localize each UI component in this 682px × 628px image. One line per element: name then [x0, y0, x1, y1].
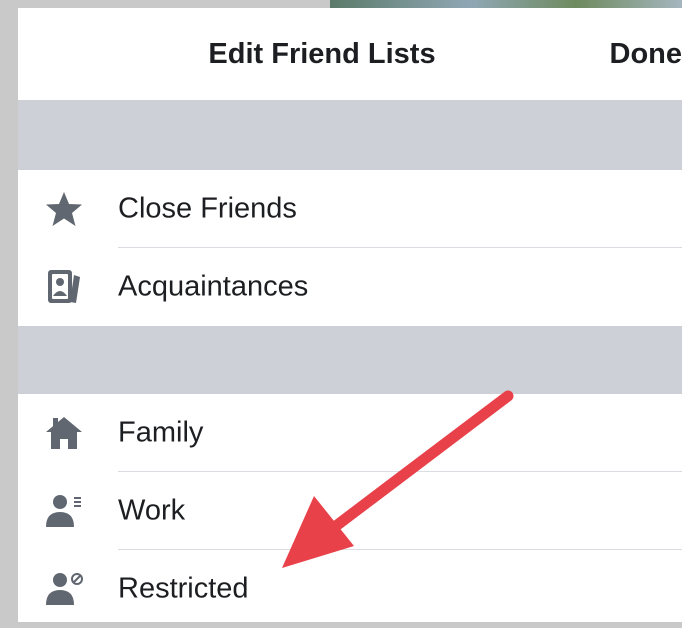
person-list-icon [44, 491, 84, 531]
list-item-label: Close Friends [118, 193, 297, 226]
house-icon [44, 413, 84, 453]
nav-bar: Edit Friend Lists Done [18, 8, 682, 100]
page-title: Edit Friend Lists [18, 38, 682, 71]
list-item-acquaintances[interactable]: Acquaintances [18, 248, 682, 326]
contact-card-icon [44, 267, 84, 307]
list-item-label: Work [118, 495, 185, 528]
star-icon [44, 189, 84, 229]
list-item-label: Family [118, 417, 203, 450]
list-item-label: Acquaintances [118, 271, 308, 304]
list-item-family[interactable]: Family [18, 394, 682, 472]
list-item-work[interactable]: Work [18, 472, 682, 550]
background-photo-strip [330, 0, 682, 8]
done-button[interactable]: Done [610, 38, 682, 71]
list-item-restricted[interactable]: Restricted [18, 550, 682, 628]
edit-friend-lists-panel: Edit Friend Lists Done Close Friends Acq… [18, 8, 682, 622]
list-item-label: Restricted [118, 573, 249, 606]
list-item-close-friends[interactable]: Close Friends [18, 170, 682, 248]
person-restricted-icon [44, 569, 84, 609]
section-separator [18, 100, 682, 170]
section-separator [18, 326, 682, 394]
